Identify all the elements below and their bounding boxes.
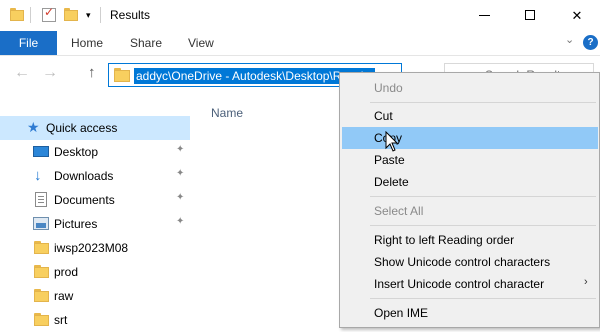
tab-home[interactable]: Home	[71, 31, 103, 55]
minimize-icon	[479, 15, 490, 16]
menu-item-undo[interactable]: Undo	[342, 77, 598, 99]
pin-icon[interactable]: ✦	[176, 216, 184, 227]
context-menu: Undo Cut Copy Paste Delete Select All Ri…	[339, 72, 600, 328]
menu-item-open-ime[interactable]: Open IME	[342, 302, 598, 324]
pictures-icon	[33, 217, 49, 230]
menu-item-select-all[interactable]: Select All	[342, 200, 598, 222]
quick-access-dropdown-icon[interactable]: ▾	[86, 10, 91, 21]
star-icon: ★	[27, 119, 40, 135]
tab-view[interactable]: View	[188, 31, 214, 55]
tab-share[interactable]: Share	[130, 31, 162, 55]
nav-item-label: raw	[54, 289, 74, 303]
menu-item-label: Paste	[374, 153, 405, 167]
nav-item-downloads[interactable]: ↓ Downloads ✦	[0, 164, 190, 188]
folder-icon	[34, 313, 49, 326]
maximize-icon	[525, 10, 535, 20]
toolbar-divider	[100, 7, 101, 23]
toolbar-divider	[30, 7, 31, 23]
help-icon[interactable]: ?	[583, 35, 598, 50]
nav-item-label: Quick access	[46, 121, 118, 135]
folder-icon	[34, 241, 49, 254]
menu-item-label: Undo	[374, 81, 403, 95]
minimize-button[interactable]	[462, 0, 508, 31]
folder-icon	[34, 265, 49, 278]
desktop-icon	[33, 146, 49, 157]
menu-item-label: Insert Unicode control character	[374, 277, 545, 291]
menu-separator	[370, 196, 596, 197]
nav-item-label: Desktop	[54, 145, 99, 159]
title-bar: ✓ ▾ Results ✕	[0, 0, 600, 31]
nav-item-prod[interactable]: prod	[0, 260, 190, 284]
submenu-arrow-icon: ›	[584, 276, 588, 288]
nav-item-desktop[interactable]: Desktop ✦	[0, 140, 190, 164]
nav-item-documents[interactable]: Documents ✦	[0, 188, 190, 212]
menu-item-label: Right to left Reading order	[374, 233, 515, 247]
menu-item-label: Delete	[374, 175, 409, 189]
new-folder-icon[interactable]	[64, 8, 78, 21]
folder-icon	[34, 289, 49, 302]
maximize-button[interactable]	[508, 0, 554, 31]
menu-separator	[370, 225, 596, 226]
back-icon[interactable]: ←	[14, 64, 30, 82]
nav-item-label: Documents	[54, 193, 115, 207]
window-title: Results	[110, 8, 151, 22]
nav-item-raw[interactable]: raw	[0, 284, 190, 308]
tab-file[interactable]: File	[0, 31, 57, 55]
close-icon: ✕	[571, 8, 583, 23]
pin-icon[interactable]: ✦	[176, 168, 184, 179]
menu-item-copy[interactable]: Copy	[342, 127, 598, 149]
menu-separator	[370, 298, 596, 299]
menu-item-paste[interactable]: Paste	[342, 149, 598, 171]
nav-item-label: prod	[54, 265, 79, 279]
menu-item-rtl-reading-order[interactable]: Right to left Reading order	[342, 229, 598, 251]
nav-item-iwsp2023m08[interactable]: iwsp2023M08	[0, 236, 190, 260]
close-button[interactable]: ✕	[554, 0, 600, 31]
menu-item-label: Select All	[374, 204, 424, 218]
up-icon[interactable]: ↑	[88, 64, 96, 81]
menu-item-insert-unicode-control[interactable]: Insert Unicode control character ›	[342, 273, 598, 295]
menu-separator	[370, 102, 596, 103]
nav-item-srt[interactable]: srt	[0, 308, 190, 332]
ribbon: File Home Share View ⌄ ?	[0, 31, 600, 56]
folder-icon	[114, 68, 130, 82]
forward-icon[interactable]: →	[42, 64, 58, 82]
menu-item-label: Show Unicode control characters	[374, 255, 551, 269]
navigation-pane: ★ Quick access Desktop ✦ ↓ Downloads ✦ D…	[0, 96, 192, 328]
download-icon: ↓	[34, 167, 42, 184]
expand-ribbon-icon[interactable]: ⌄	[565, 33, 574, 46]
nav-item-label: Pictures	[54, 217, 98, 231]
cursor-icon	[385, 131, 399, 152]
menu-item-show-unicode-control[interactable]: Show Unicode control characters	[342, 251, 598, 273]
folder-icon[interactable]	[10, 8, 24, 21]
pin-icon[interactable]: ✦	[176, 192, 184, 203]
menu-item-cut[interactable]: Cut	[342, 105, 598, 127]
nav-item-label: Downloads	[54, 169, 114, 183]
nav-item-pictures[interactable]: Pictures ✦	[0, 212, 190, 236]
menu-item-label: Cut	[374, 109, 393, 123]
nav-item-label: srt	[54, 313, 68, 327]
nav-item-label: iwsp2023M08	[54, 241, 129, 255]
pin-icon[interactable]: ✦	[176, 144, 184, 155]
properties-icon[interactable]: ✓	[42, 5, 56, 22]
column-header-name[interactable]: Name	[211, 106, 243, 120]
menu-item-delete[interactable]: Delete	[342, 171, 598, 193]
documents-icon	[35, 192, 47, 207]
menu-item-label: Open IME	[374, 306, 429, 320]
nav-item-quick-access[interactable]: ★ Quick access	[0, 116, 190, 140]
